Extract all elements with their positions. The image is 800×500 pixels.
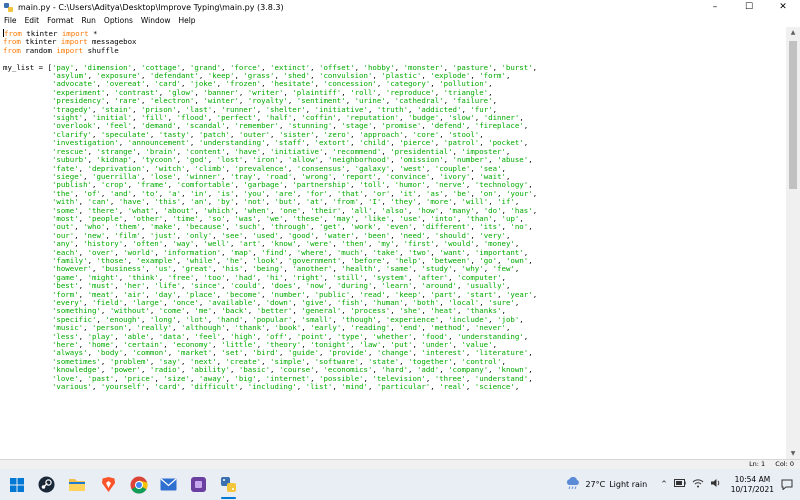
email-icon[interactable] <box>158 474 179 495</box>
keyword: import <box>56 45 84 55</box>
list-line: 'various', 'yourself', 'card', 'difficul… <box>51 382 520 392</box>
minimize-button[interactable]: – <box>698 0 732 14</box>
menu-file[interactable]: File <box>0 16 21 25</box>
title-bar: main.py - C:\Users\Aditya\Desktop\Improv… <box>0 0 800 14</box>
window-controls: – ☐ ✕ <box>698 0 800 14</box>
clock-date: 10/17/2021 <box>730 484 774 494</box>
python-idle-taskbar-icon[interactable] <box>218 474 239 499</box>
system-tray: 27°C Light rain ⌃ 10:54 AM 10/17/2021 <box>565 469 800 500</box>
line-number: Ln: 1 <box>749 460 766 468</box>
cursor-position: Ln: 1 Col: 0 <box>741 460 794 469</box>
column-number: Col: 0 <box>775 460 794 468</box>
scroll-up-arrow-icon[interactable]: ▲ <box>786 27 800 38</box>
maximize-button[interactable]: ☐ <box>732 0 766 14</box>
python-idle-icon <box>4 2 13 12</box>
code-text[interactable]: from tkinter import * from tkinter impor… <box>3 29 537 391</box>
clock-time: 10:54 AM <box>734 474 771 484</box>
import-line: from random import shuffle <box>3 45 119 55</box>
weather-temperature: 27°C <box>585 480 606 489</box>
chevron-up-icon[interactable]: ⌃ <box>660 480 668 490</box>
rain-cloud-icon <box>565 476 581 492</box>
scroll-thumb[interactable] <box>789 41 797 189</box>
menu-options[interactable]: Options <box>100 16 137 25</box>
scroll-down-arrow-icon[interactable]: ▼ <box>786 448 800 459</box>
brave-browser-icon[interactable] <box>98 474 119 495</box>
weather-condition: Light rain <box>609 480 648 489</box>
taskbar-clock[interactable]: 10:54 AM 10/17/2021 <box>731 475 774 495</box>
menu-help[interactable]: Help <box>174 16 199 25</box>
steam-icon[interactable] <box>36 474 57 495</box>
wifi-icon[interactable] <box>692 478 704 491</box>
menu-window[interactable]: Window <box>137 16 175 25</box>
weather-widget[interactable]: 27°C Light rain <box>565 476 648 492</box>
menu-bar: File Edit Format Run Options Window Help <box>0 14 800 27</box>
window-title: main.py - C:\Users\Aditya\Desktop\Improv… <box>18 2 284 12</box>
vertical-scrollbar[interactable]: ▲ ▼ <box>786 27 800 459</box>
app-icon-purple[interactable] <box>188 474 209 495</box>
chrome-icon[interactable] <box>128 474 149 495</box>
notification-icon[interactable] <box>780 478 794 492</box>
volume-icon[interactable] <box>710 478 722 491</box>
keyword: from <box>3 45 21 55</box>
battery-icon[interactable] <box>673 479 686 490</box>
file-explorer-icon[interactable] <box>66 474 87 495</box>
windows-start-icon[interactable] <box>6 474 27 495</box>
code-editor[interactable]: from tkinter import * from tkinter impor… <box>0 27 786 459</box>
status-bar: Ln: 1 Col: 0 <box>0 459 800 469</box>
menu-edit[interactable]: Edit <box>21 16 44 25</box>
menu-format[interactable]: Format <box>43 16 77 25</box>
close-button[interactable]: ✕ <box>766 0 800 14</box>
taskbar: 27°C Light rain ⌃ 10:54 AM 10/17/2021 <box>0 469 800 500</box>
menu-run[interactable]: Run <box>78 16 100 25</box>
